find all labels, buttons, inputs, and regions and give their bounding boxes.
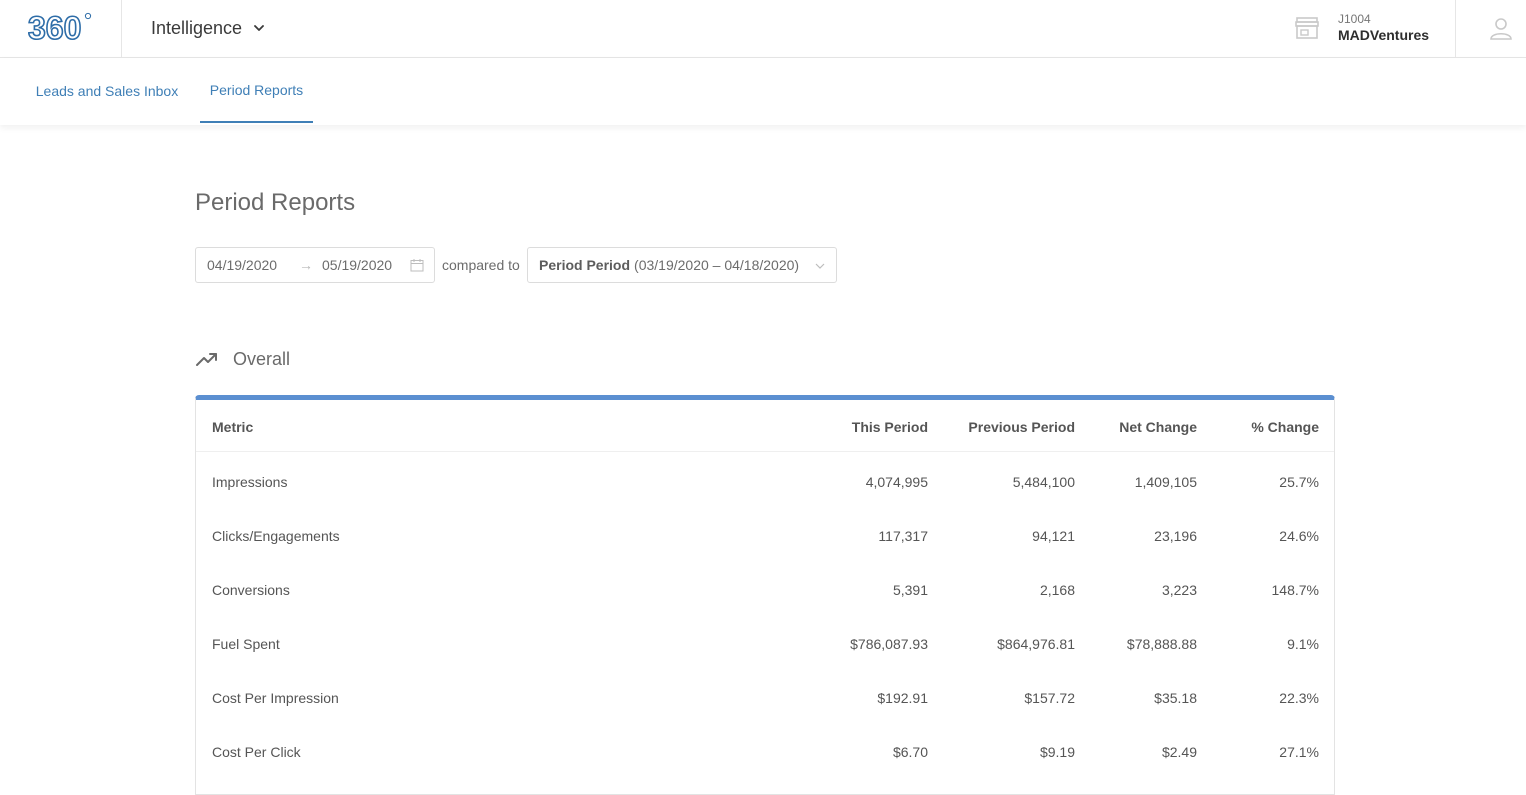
chevron-down-icon <box>254 25 264 31</box>
previous-period-value: $9.19 <box>1039 744 1075 760</box>
previous-period-value: 94,121 <box>1032 528 1075 544</box>
previous-period-value: 5,484,100 <box>1012 474 1075 490</box>
logo-text: 360 <box>28 10 81 46</box>
net-change-value: 1,409,105 <box>1134 474 1197 490</box>
this-period-value: 117,317 <box>878 528 928 544</box>
range-arrow-icon: → <box>299 257 313 273</box>
app-switcher[interactable]: Intelligence <box>151 15 266 41</box>
column-header-percent-change[interactable]: % Change <box>1251 419 1319 435</box>
overall-metrics-table: Metric This Period Previous Period Net C… <box>195 395 1335 795</box>
end-date-input[interactable]: 05/19/2020 <box>322 257 392 273</box>
account-name: MADVentures <box>1338 27 1430 43</box>
previous-period-value: 2,168 <box>1039 582 1075 598</box>
section-title: Overall <box>233 348 291 369</box>
table-row: Clicks/Engagements 117,317 94,121 23,196… <box>196 509 1334 563</box>
column-header-metric[interactable]: Metric <box>212 419 253 435</box>
metric-name: Conversions <box>212 582 290 598</box>
logo-360[interactable]: 360 <box>27 9 94 47</box>
account-id: J1004 <box>1338 12 1371 26</box>
net-change-value: $35.18 <box>1154 690 1197 706</box>
sub-navigation: Leads and Sales Inbox Period Reports <box>0 58 1526 125</box>
compared-to-label: compared to <box>442 257 520 273</box>
percent-change-value: 148.7% <box>1271 582 1319 598</box>
column-header-net-change[interactable]: Net Change <box>1119 419 1197 435</box>
calendar-icon <box>410 259 424 272</box>
metric-name: Clicks/Engagements <box>212 528 340 544</box>
compare-period-range: (03/19/2020 – 04/18/2020) <box>634 257 800 273</box>
page-title: Period Reports <box>195 189 356 216</box>
this-period-value: $786,087.93 <box>850 636 928 652</box>
trending-up-icon <box>196 353 217 366</box>
tab-period-reports[interactable]: Period Reports <box>200 58 313 123</box>
metric-name: Fuel Spent <box>212 636 280 652</box>
table-row: Conversions 5,391 2,168 3,223 148.7% <box>196 563 1334 617</box>
percent-change-value: 24.6% <box>1279 528 1319 544</box>
compare-period-name: Period Period <box>539 257 631 273</box>
column-header-previous-period[interactable]: Previous Period <box>968 419 1075 435</box>
percent-change-value: 27.1% <box>1279 744 1319 760</box>
this-period-value: 4,074,995 <box>865 474 928 490</box>
chevron-down-icon <box>815 263 825 269</box>
compare-period-select[interactable]: Period Period (03/19/2020 – 04/18/2020) <box>527 247 837 283</box>
previous-period-value: $157.72 <box>1024 690 1075 706</box>
net-change-value: 23,196 <box>1154 528 1197 544</box>
this-period-value: $192.91 <box>877 690 928 706</box>
account-switcher[interactable]: J1004 MADVentures <box>1338 12 1429 44</box>
percent-change-value: 9.1% <box>1287 636 1319 652</box>
metric-name: Impressions <box>212 474 288 490</box>
this-period-value: 5,391 <box>892 582 928 598</box>
previous-period-value: $864,976.81 <box>997 636 1075 652</box>
net-change-value: $2.49 <box>1161 744 1197 760</box>
table-header: Metric This Period Previous Period Net C… <box>196 400 1334 452</box>
table-row: Impressions 4,074,995 5,484,100 1,409,10… <box>196 455 1334 509</box>
percent-change-value: 22.3% <box>1279 690 1319 706</box>
metric-name: Cost Per Impression <box>212 690 339 706</box>
tab-leads-and-sales-inbox[interactable]: Leads and Sales Inbox <box>28 58 186 123</box>
start-date-input[interactable]: 04/19/2020 <box>207 257 277 273</box>
section-overall-header: Overall <box>195 345 290 373</box>
net-change-value: $78,888.88 <box>1126 636 1197 652</box>
this-period-value: $6.70 <box>892 744 928 760</box>
date-range-picker[interactable]: 04/19/2020 → 05/19/2020 <box>195 247 435 283</box>
app-name: Intelligence <box>151 17 243 38</box>
metric-name: Cost Per Click <box>212 744 301 760</box>
store-icon[interactable] <box>1294 16 1320 40</box>
top-bar: 360 Intelligence J1004 MADVentures <box>0 0 1526 58</box>
percent-change-value: 25.7% <box>1279 474 1319 490</box>
column-header-this-period[interactable]: This Period <box>852 419 928 435</box>
user-icon[interactable] <box>1488 15 1514 41</box>
logo-divider <box>121 0 122 57</box>
table-row: Fuel Spent $786,087.93 $864,976.81 $78,8… <box>196 617 1334 671</box>
table-row: Cost Per Impression $192.91 $157.72 $35.… <box>196 671 1334 725</box>
table-row: Cost Per Click $6.70 $9.19 $2.49 27.1% <box>196 725 1334 779</box>
net-change-value: 3,223 <box>1161 582 1197 598</box>
account-divider <box>1455 0 1456 57</box>
